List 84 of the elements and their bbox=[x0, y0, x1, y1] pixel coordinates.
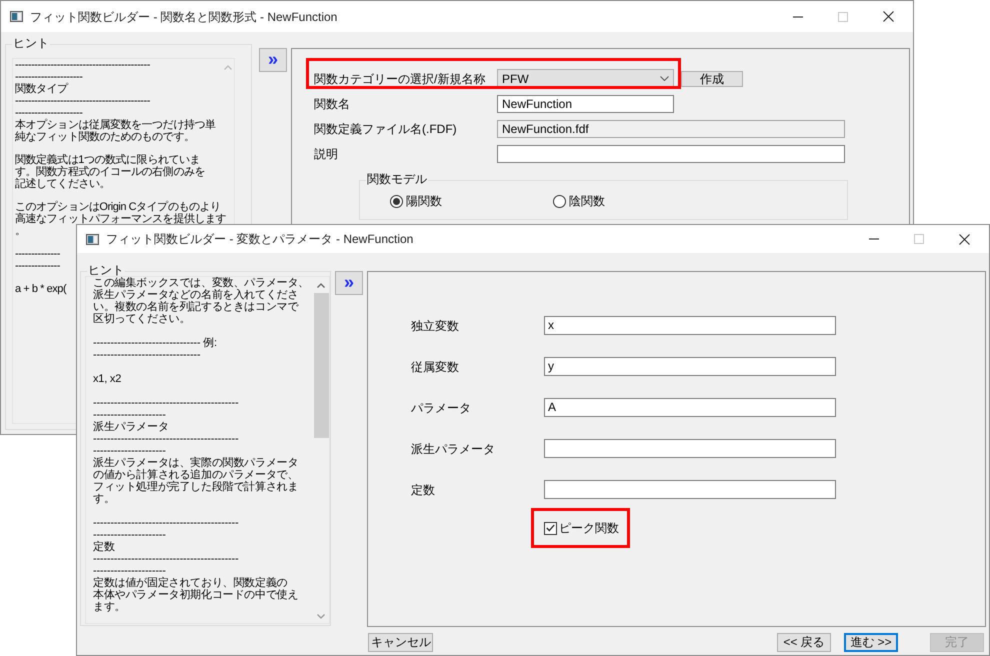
hint-text: ------------------------------------------ bbox=[93, 553, 238, 565]
radio-label: 陽関数 bbox=[406, 193, 442, 210]
scroll-up-icon[interactable] bbox=[317, 283, 325, 288]
field-label: 関数名 bbox=[314, 96, 351, 112]
minimize-icon[interactable] bbox=[869, 238, 879, 240]
field-label: 派生パラメータ bbox=[411, 440, 496, 458]
hint-text: --------------------- bbox=[15, 71, 82, 83]
field-label: パラメータ bbox=[411, 400, 472, 416]
hint-text: ------------------------------------------ bbox=[93, 517, 238, 529]
hint-text: 高速なフィットパフォーマンスを提供します bbox=[15, 213, 226, 225]
hint-text: 定数 bbox=[93, 541, 115, 553]
text-field[interactable]: NewFunction bbox=[497, 94, 674, 112]
app-icon bbox=[86, 234, 99, 244]
hint-text: ます。 bbox=[93, 601, 126, 613]
radio-button[interactable] bbox=[390, 194, 403, 208]
hint-text: 純なフィット関数のためのものです。 bbox=[15, 131, 194, 143]
text-field[interactable]: x bbox=[544, 316, 836, 335]
text-field[interactable]: NewFunction.fdf bbox=[497, 120, 845, 138]
hint-text: ------------------------------------------ bbox=[15, 95, 150, 107]
hint-text: 派生パラメータなどの名前を入れてくださ bbox=[93, 289, 298, 301]
hint-text: ------------------------------- bbox=[93, 349, 200, 361]
hint-text: す。関数方程式のイコールの右側のみを bbox=[15, 166, 205, 178]
text-field[interactable]: A bbox=[544, 398, 836, 417]
checkbox-label: ピーク関数 bbox=[559, 520, 619, 537]
expand-button[interactable]: » bbox=[259, 48, 287, 72]
hint-text: x1, x2 bbox=[93, 373, 122, 385]
field-label: 関数定義ファイル名(.FDF) bbox=[314, 120, 458, 138]
hint-text: -------------- bbox=[15, 248, 60, 260]
text-field[interactable] bbox=[544, 439, 836, 458]
field-label: 関数カテゴリーの選択/新規名称 bbox=[314, 70, 486, 88]
scroll-down-icon[interactable] bbox=[317, 614, 325, 619]
hint-text: ------------------------------- 例: bbox=[93, 337, 217, 349]
hint-text: 関数定義式は1つの数式に限られていま bbox=[15, 154, 200, 166]
group-label: ヒント bbox=[12, 36, 50, 50]
hint-text: フィット処理が完了した段階で計算されま bbox=[93, 481, 298, 493]
hint-text: ------------------------------------------ bbox=[93, 397, 238, 409]
scroll-thumb[interactable] bbox=[314, 293, 328, 438]
group-label: 関数モデル bbox=[366, 172, 428, 186]
group-label: ヒント bbox=[87, 263, 125, 277]
app-icon bbox=[10, 11, 23, 22]
hint-text: ------------------------------------------ bbox=[15, 59, 150, 71]
window-title: フィット関数ビルダー - 関数名と関数形式 - NewFunction bbox=[30, 8, 338, 26]
radio-button[interactable] bbox=[553, 194, 566, 208]
hint-text: 定数は値が固定されており、関数定義の bbox=[93, 577, 288, 589]
hint-text: 本オプションは従属変数を一つだけ持つ単 bbox=[15, 119, 216, 131]
hint-text: 本体やパラメータ初期化コードの中で使え bbox=[93, 589, 298, 601]
text-field[interactable]: y bbox=[544, 357, 836, 376]
hint-text: 関数タイプ bbox=[15, 83, 68, 95]
dialog-button[interactable]: キャンセル bbox=[368, 633, 433, 652]
dialog-button[interactable]: 進む >> bbox=[844, 633, 898, 652]
hint-text: このオプションはOrigin Cタイプのものより bbox=[15, 201, 221, 213]
hint-text: す。 bbox=[93, 493, 115, 505]
field-label: 説明 bbox=[314, 146, 339, 162]
dialog-button[interactable]: << 戻る bbox=[777, 633, 831, 652]
hint-text: 記述してください。 bbox=[15, 178, 110, 190]
minimize-icon[interactable] bbox=[793, 16, 803, 18]
hint-text: ------------------------------------------ bbox=[93, 433, 238, 445]
field-label: 独立変数 bbox=[411, 318, 460, 334]
hint-text: -------------- bbox=[15, 260, 60, 272]
hint-text: 派生パラメータは、実際の関数パラメータ bbox=[93, 457, 298, 469]
checkbox[interactable] bbox=[544, 522, 557, 534]
create-button[interactable]: 作成 bbox=[681, 70, 743, 86]
text-field[interactable] bbox=[544, 480, 836, 499]
hint-text: --------------------- bbox=[93, 565, 166, 577]
hint-text: この編集ボックスでは、変数、パラメータ、 bbox=[93, 277, 310, 289]
close-icon[interactable] bbox=[883, 11, 894, 22]
hint-text: い。複数の名前を列記するときはコンマで bbox=[93, 301, 298, 313]
hint-text: の値から計算される追加のパラメータで、 bbox=[93, 469, 298, 481]
close-icon[interactable] bbox=[959, 234, 970, 244]
hint-text: 派生パラメータ bbox=[93, 421, 169, 433]
check-icon bbox=[546, 524, 555, 532]
hint-text: --------------------- bbox=[15, 107, 82, 119]
hint-text: a + b * exp( bbox=[15, 283, 66, 295]
hint-text: 区切ってください。 bbox=[93, 313, 190, 325]
window-title: フィット関数ビルダー - 変数とパラメータ - NewFunction bbox=[106, 231, 414, 248]
text-field[interactable] bbox=[497, 144, 845, 162]
hint-text: --------------------- bbox=[93, 409, 166, 421]
radio-label: 陰関数 bbox=[569, 193, 605, 210]
hint-text: --------------------- bbox=[93, 445, 166, 457]
field-label: 従属変数 bbox=[411, 358, 460, 376]
hint-text: --------------------- bbox=[93, 529, 166, 541]
field-label: 定数 bbox=[411, 482, 436, 498]
expand-button[interactable]: » bbox=[335, 271, 363, 295]
hint-text: 。 bbox=[15, 225, 26, 237]
